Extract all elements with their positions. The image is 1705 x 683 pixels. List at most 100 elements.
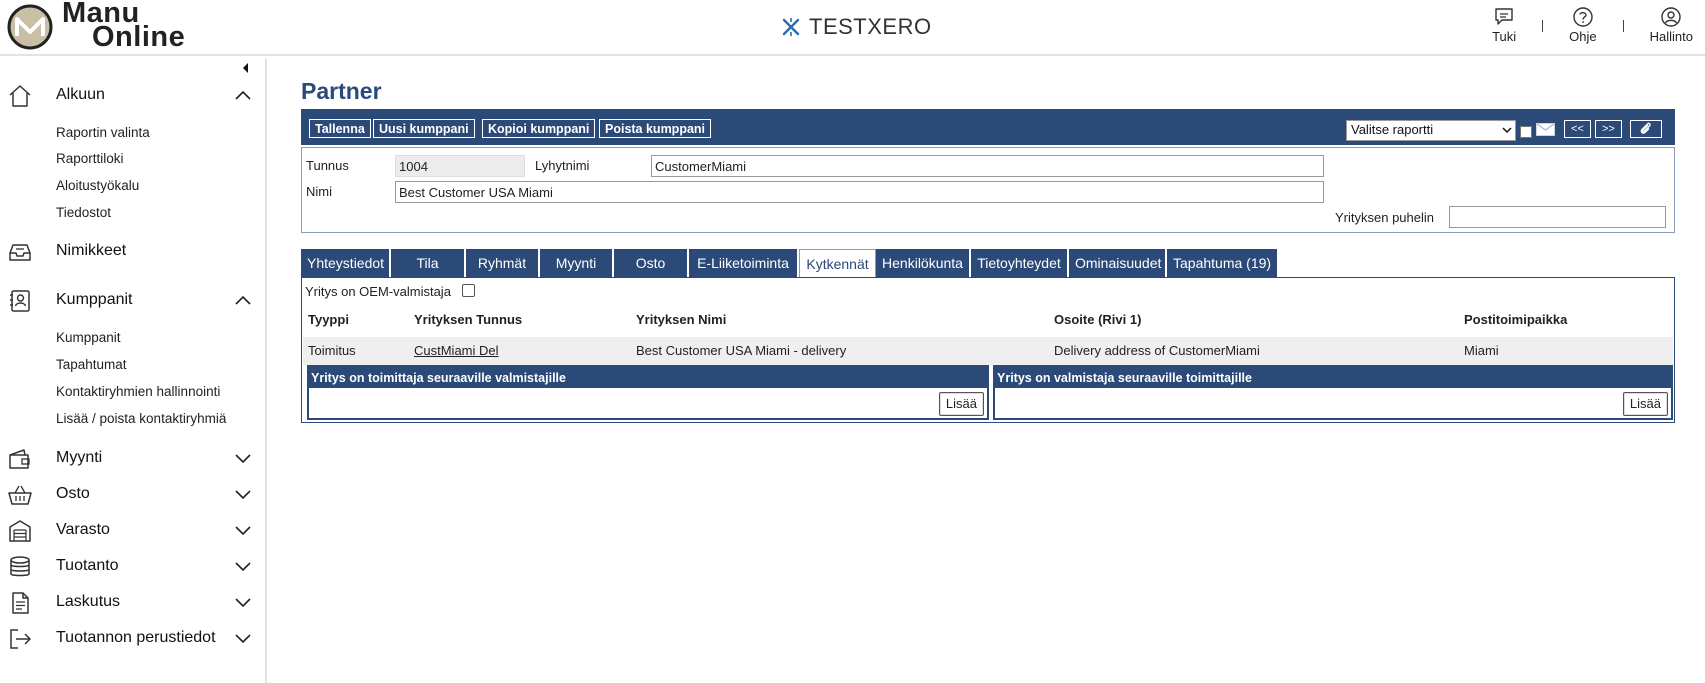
column-header-yrityksen-nimi: Yrityksen Nimi	[636, 312, 727, 327]
basket-icon	[8, 485, 32, 505]
cell-type: Toimitus	[308, 343, 356, 358]
supplier-to-manufacturers-box: Yritys on toimittaja seuraaville valmist…	[307, 365, 989, 420]
app-header: Manu Online TESTXERO Tuki Ohje Hallinto	[0, 0, 1705, 56]
sidebar-item-kumppanit[interactable]: Kumppanit	[56, 330, 121, 345]
cell-address: Delivery address of CustomerMiami	[1054, 343, 1260, 358]
sidebar-item-raportin-valinta[interactable]: Raportin valinta	[56, 125, 150, 140]
new-partner-button[interactable]: Uusi kumppani	[373, 119, 475, 138]
report-select-value: Valitse raportti	[1351, 122, 1434, 137]
sidebar-section-myynti[interactable]: Myynti	[0, 442, 265, 474]
previous-record-button[interactable]: <<	[1564, 120, 1591, 138]
supplier-box-title: Yritys on toimittaja seuraaville valmist…	[309, 367, 987, 388]
chevron-up-icon	[235, 90, 251, 100]
cell-company-code-link[interactable]: CustMiami Del	[414, 343, 499, 358]
separator	[1622, 20, 1624, 32]
sidebar-section-label: Kumppanit	[56, 291, 133, 308]
sidebar-item-lisaa-poista-kontaktiryhmia[interactable]: Lisää / poista kontaktiryhmiä	[56, 411, 226, 426]
logo-text: Manu Online	[62, 0, 185, 52]
document-icon	[12, 592, 29, 614]
sidebar-section-laskutus[interactable]: Laskutus	[0, 586, 265, 618]
column-header-tyyppi: Tyyppi	[308, 312, 349, 327]
company-phone-field[interactable]	[1449, 206, 1666, 228]
company-name: TESTXERO	[809, 14, 932, 39]
partner-toolbar: Tallenna Uusi kumppani Kopioi kumppani P…	[301, 109, 1675, 145]
separator	[1542, 20, 1544, 32]
name-label: Nimi	[306, 184, 332, 199]
tab-ominaisuudet[interactable]: Ominaisuudet	[1069, 249, 1167, 277]
chevron-down-icon	[235, 490, 251, 500]
tab-tietoyhteydet[interactable]: Tietoyhteydet	[971, 249, 1069, 277]
exit-icon	[10, 629, 31, 649]
sidebar-section-osto[interactable]: Osto	[0, 478, 265, 510]
tab-tila[interactable]: Tila	[391, 249, 466, 277]
sidebar-item-raporttiloki[interactable]: Raporttiloki	[56, 151, 124, 166]
tab-ryhmat[interactable]: Ryhmät	[466, 249, 540, 277]
save-button[interactable]: Tallenna	[309, 119, 371, 138]
chevron-down-icon	[235, 598, 251, 608]
tab-myynti[interactable]: Myynti	[540, 249, 614, 277]
name-field[interactable]	[395, 181, 1324, 203]
top-links: Tuki Ohje Hallinto	[1492, 6, 1693, 44]
oem-label: Yritys on OEM-valmistaja	[305, 284, 451, 299]
oem-checkbox[interactable]	[462, 284, 475, 297]
chevron-down-icon	[235, 634, 251, 644]
sidebar-item-tapahtumat[interactable]: Tapahtumat	[56, 357, 127, 372]
sidebar-section-nimikkeet[interactable]: Nimikkeet	[0, 235, 265, 267]
chat-icon	[1495, 8, 1513, 25]
sidebar-section-label: Varasto	[56, 521, 110, 538]
tab-osto[interactable]: Osto	[614, 249, 689, 277]
wallet-icon	[9, 449, 30, 469]
sidebar-item-tiedostot[interactable]: Tiedostot	[56, 205, 111, 220]
add-supplier-button[interactable]: Lisää	[1622, 392, 1668, 416]
next-record-button[interactable]: >>	[1595, 120, 1622, 138]
sidebar-section-label: Myynti	[56, 449, 103, 466]
sidebar: Alkuun Raportin valinta Raporttiloki Alo…	[0, 58, 267, 683]
sidebar-section-label: Tuotanto	[56, 557, 119, 574]
support-link[interactable]: Tuki	[1492, 6, 1516, 44]
page-title: Partner	[301, 78, 382, 104]
chevron-down-icon	[1502, 127, 1512, 134]
code-field[interactable]	[395, 155, 525, 177]
sidebar-section-alkuun[interactable]: Alkuun	[0, 79, 265, 111]
sidebar-section-label: Tuotannon perustiedot	[56, 629, 216, 646]
chevron-up-icon	[235, 295, 251, 305]
collapse-sidebar-icon[interactable]	[238, 60, 254, 76]
tab-henkilokunta[interactable]: Henkilökunta	[876, 249, 971, 277]
support-label: Tuki	[1492, 29, 1517, 44]
inbox-icon	[9, 244, 31, 261]
tab-yhteystiedot[interactable]: Yhteystiedot	[301, 249, 391, 277]
sidebar-section-tuotannon-perustiedot[interactable]: Tuotannon perustiedot	[0, 622, 265, 654]
tab-e-liiketoiminta[interactable]: E-Liiketoiminta	[689, 249, 799, 277]
chevron-down-icon	[235, 526, 251, 536]
column-header-postitoimipaikka: Postitoimipaikka	[1464, 312, 1568, 327]
short-name-field[interactable]	[651, 155, 1324, 177]
admin-link[interactable]: Hallinto	[1650, 6, 1693, 44]
copy-partner-button[interactable]: Kopioi kumppani	[482, 119, 596, 138]
help-link[interactable]: Ohje	[1569, 6, 1597, 44]
connections-panel: Yritys on OEM-valmistaja Tyyppi Yritykse…	[301, 277, 1675, 423]
delete-partner-button[interactable]: Poista kumppani	[599, 119, 712, 138]
cell-company-name: Best Customer USA Miami - delivery	[636, 343, 847, 358]
sidebar-section-tuotanto[interactable]: Tuotanto	[0, 550, 265, 582]
column-header-yrityksen-tunnus: Yrityksen Tunnus	[414, 312, 523, 327]
chevron-down-icon	[235, 562, 251, 572]
sidebar-section-kumppanit[interactable]: Kumppanit	[0, 284, 265, 316]
sidebar-section-label: Nimikkeet	[56, 242, 127, 259]
manu-online-logo[interactable]: Manu Online	[6, 0, 206, 53]
sidebar-item-kontaktiryhmien-hallinnointi[interactable]: Kontaktiryhmien hallinnointi	[56, 384, 220, 399]
attachment-button[interactable]	[1630, 120, 1662, 138]
sidebar-item-aloitustyokalu[interactable]: Aloitustyökalu	[56, 178, 139, 193]
mail-icon[interactable]	[1536, 123, 1555, 136]
help-icon	[1573, 7, 1593, 27]
report-email-checkbox[interactable]	[1520, 126, 1532, 138]
cell-city: Miami	[1464, 343, 1499, 358]
report-select[interactable]: Valitse raportti	[1346, 120, 1516, 141]
short-name-label: Lyhytnimi	[535, 158, 590, 173]
logo-mark-icon	[7, 4, 53, 50]
add-manufacturer-button[interactable]: Lisää	[938, 392, 984, 416]
admin-label: Hallinto	[1649, 29, 1693, 44]
sidebar-section-varasto[interactable]: Varasto	[0, 514, 265, 546]
tab-kytkennat[interactable]: Kytkennät	[799, 249, 876, 279]
tab-tapahtuma[interactable]: Tapahtuma (19)	[1167, 249, 1279, 277]
home-icon	[9, 85, 31, 107]
